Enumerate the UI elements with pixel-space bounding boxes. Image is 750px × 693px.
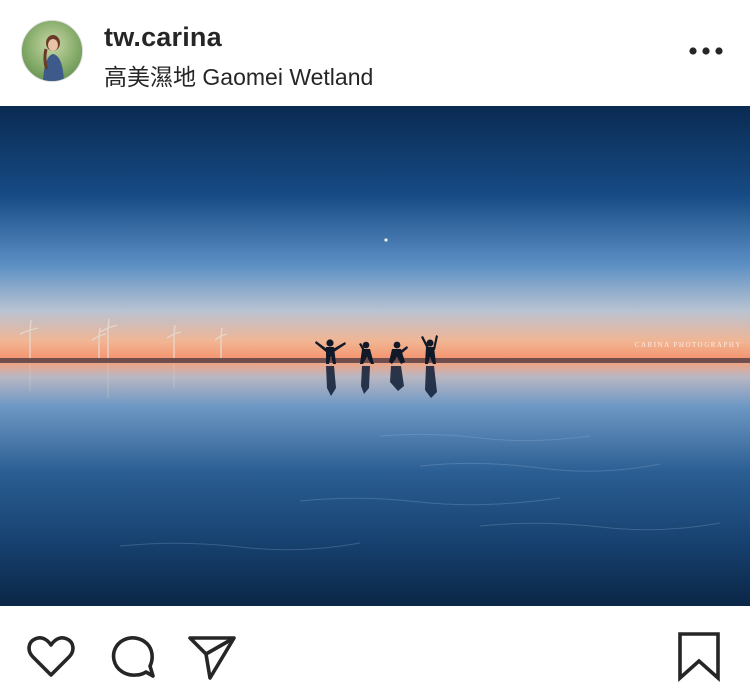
instagram-post: tw.carina 高美濕地 Gaomei Wetland CARINA PHO… bbox=[0, 0, 750, 693]
post-actions-bar bbox=[0, 606, 750, 693]
like-button[interactable] bbox=[24, 630, 78, 684]
username[interactable]: tw.carina bbox=[104, 22, 222, 53]
more-horizontal-icon bbox=[689, 47, 723, 55]
avatar[interactable] bbox=[21, 20, 83, 82]
save-button[interactable] bbox=[672, 630, 726, 684]
send-icon bbox=[188, 636, 236, 680]
comment-icon bbox=[111, 636, 155, 678]
more-options-button[interactable] bbox=[684, 36, 728, 66]
comment-button[interactable] bbox=[106, 630, 160, 684]
wetland-sunset-photo: CARINA PHOTOGRAPHY bbox=[0, 106, 750, 606]
avatar-image bbox=[22, 21, 82, 81]
location-link[interactable]: 高美濕地 Gaomei Wetland bbox=[104, 58, 373, 92]
post-photo[interactable]: CARINA PHOTOGRAPHY bbox=[0, 106, 750, 606]
share-button[interactable] bbox=[186, 630, 240, 684]
bookmark-icon bbox=[678, 632, 720, 683]
photo-watermark: CARINA PHOTOGRAPHY bbox=[635, 341, 742, 349]
post-header: tw.carina 高美濕地 Gaomei Wetland bbox=[0, 0, 750, 106]
heart-icon bbox=[27, 636, 75, 677]
